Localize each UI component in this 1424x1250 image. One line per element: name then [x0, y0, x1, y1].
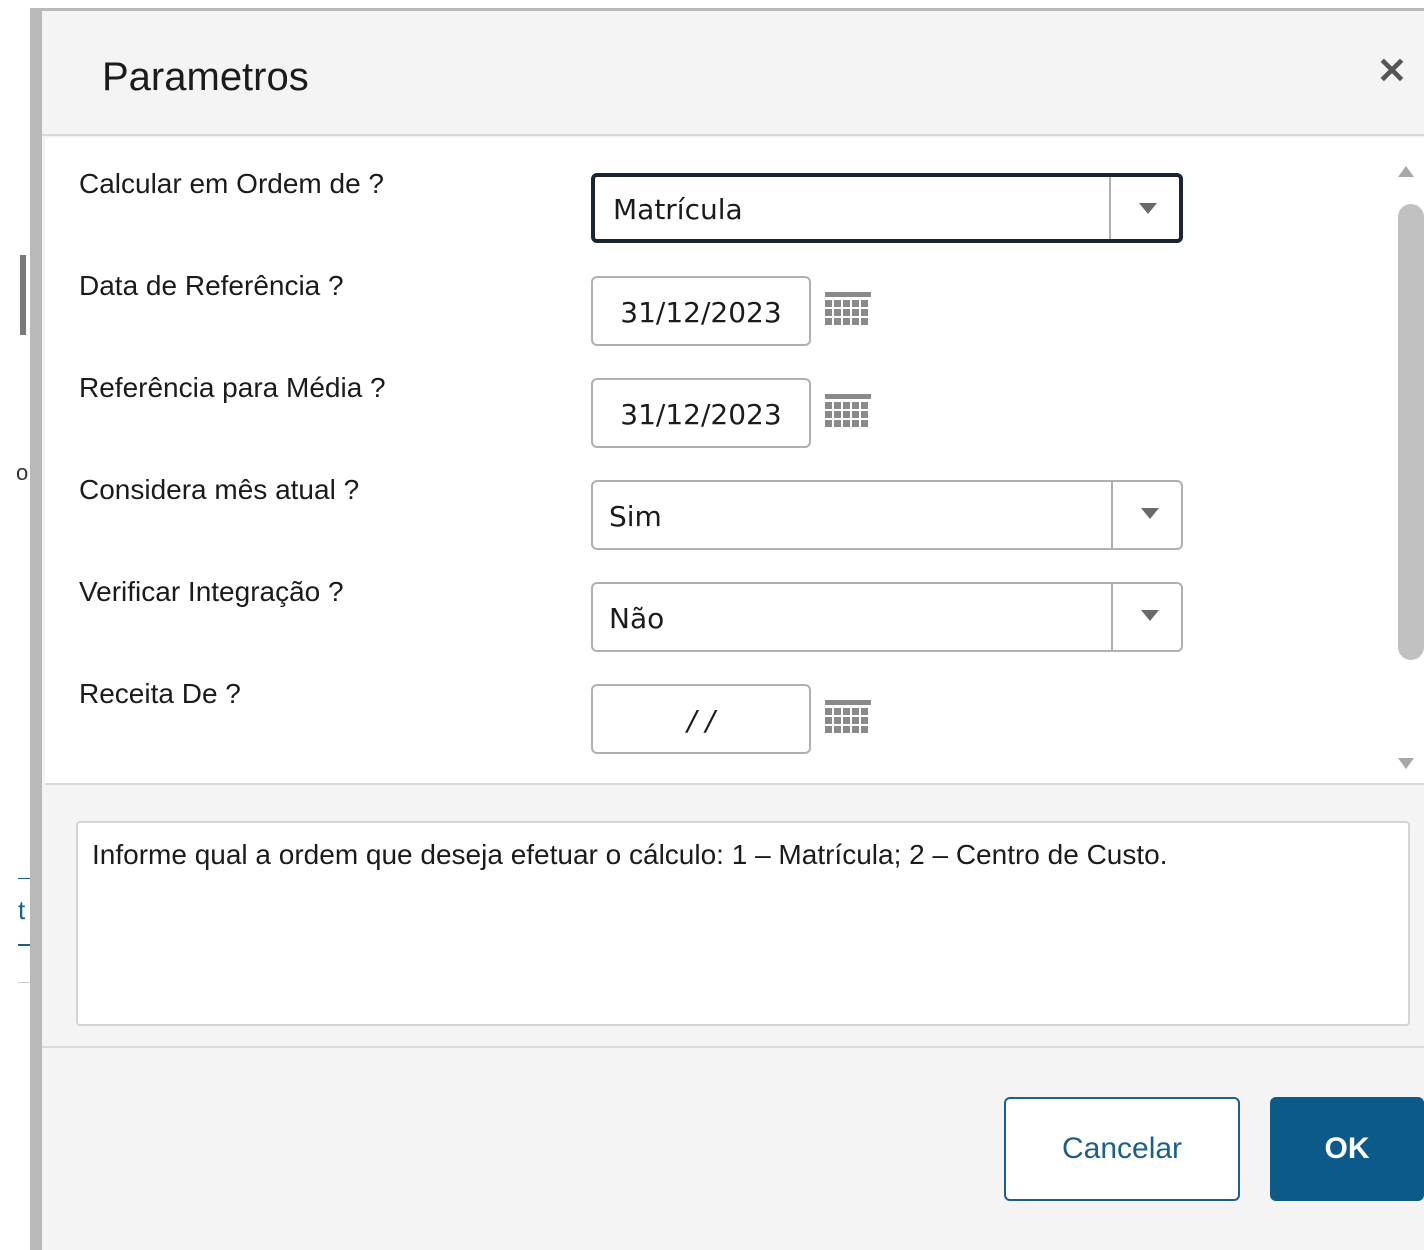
vertical-scrollbar[interactable] — [1386, 138, 1424, 783]
select-value: Não — [609, 602, 665, 635]
background-link-text: t — [18, 895, 26, 925]
background-page — [0, 0, 30, 1250]
field-label: Receita De ? — [79, 678, 241, 709]
chevron-down-icon[interactable] — [1141, 508, 1159, 519]
order-select[interactable]: Matrícula — [591, 173, 1183, 243]
scroll-down-icon[interactable] — [1398, 758, 1414, 769]
background-divider — [18, 944, 30, 946]
close-button[interactable]: ✕ — [1372, 51, 1412, 91]
date-value: 31/12/2023 — [620, 398, 782, 431]
field-label: Referência para Média ? — [79, 372, 386, 403]
current-month-select[interactable]: Sim — [591, 480, 1183, 550]
field-label: Verificar Integração ? — [79, 576, 344, 607]
chevron-down-icon[interactable] — [1141, 610, 1159, 621]
form-row: Verificar Integração ? Não — [45, 576, 1385, 656]
scroll-thumb[interactable] — [1398, 204, 1424, 660]
form-row: Receita De ? / / — [45, 678, 1385, 758]
dialog-title: Parametros — [102, 55, 309, 99]
select-value: Matrícula — [613, 193, 743, 226]
help-textbox: Informe qual a ordem que deseja efetuar … — [76, 821, 1410, 1026]
cancel-button[interactable]: Cancelar — [1004, 1097, 1240, 1201]
select-divider — [1109, 177, 1111, 239]
footer-divider — [42, 1046, 1424, 1048]
background-element — [20, 255, 26, 335]
parameters-dialog: Parametros ✕ Calcular em Ordem de ? Matr… — [30, 8, 1424, 1250]
help-text: Informe qual a ordem que deseja efetuar … — [92, 839, 1168, 870]
select-value: Sim — [609, 500, 662, 533]
background-divider — [18, 878, 30, 879]
form-row: Data de Referência ? 31/12/2023 — [45, 270, 1385, 350]
form-row: Calcular em Ordem de ? Matrícula — [45, 168, 1385, 248]
date-value: / / — [687, 704, 715, 737]
form-row: Referência para Média ? 31/12/2023 — [45, 372, 1385, 452]
select-divider — [1111, 482, 1113, 548]
field-label: Considera mês atual ? — [79, 474, 360, 505]
field-label: Data de Referência ? — [79, 270, 344, 301]
ok-button[interactable]: OK — [1270, 1097, 1424, 1201]
verify-integration-select[interactable]: Não — [591, 582, 1183, 652]
select-divider — [1111, 584, 1113, 650]
chevron-down-icon[interactable] — [1139, 203, 1157, 214]
average-reference-date-input[interactable]: 31/12/2023 — [591, 378, 811, 448]
reference-date-input[interactable]: 31/12/2023 — [591, 276, 811, 346]
close-icon: ✕ — [1376, 50, 1408, 91]
date-value: 31/12/2023 — [620, 296, 782, 329]
field-label: Calcular em Ordem de ? — [79, 168, 385, 199]
calendar-icon[interactable] — [825, 700, 871, 740]
form-row: Considera mês atual ? Sim — [45, 474, 1385, 554]
calendar-icon[interactable] — [825, 292, 871, 332]
dialog-header: Parametros ✕ — [42, 11, 1424, 136]
background-divider — [18, 982, 30, 983]
background-text: o — [16, 460, 29, 485]
scroll-up-icon[interactable] — [1398, 166, 1414, 177]
revenue-from-date-input[interactable]: / / — [591, 684, 811, 754]
calendar-icon[interactable] — [825, 394, 871, 434]
parameters-form: Calcular em Ordem de ? Matrícula Data de… — [45, 138, 1424, 785]
